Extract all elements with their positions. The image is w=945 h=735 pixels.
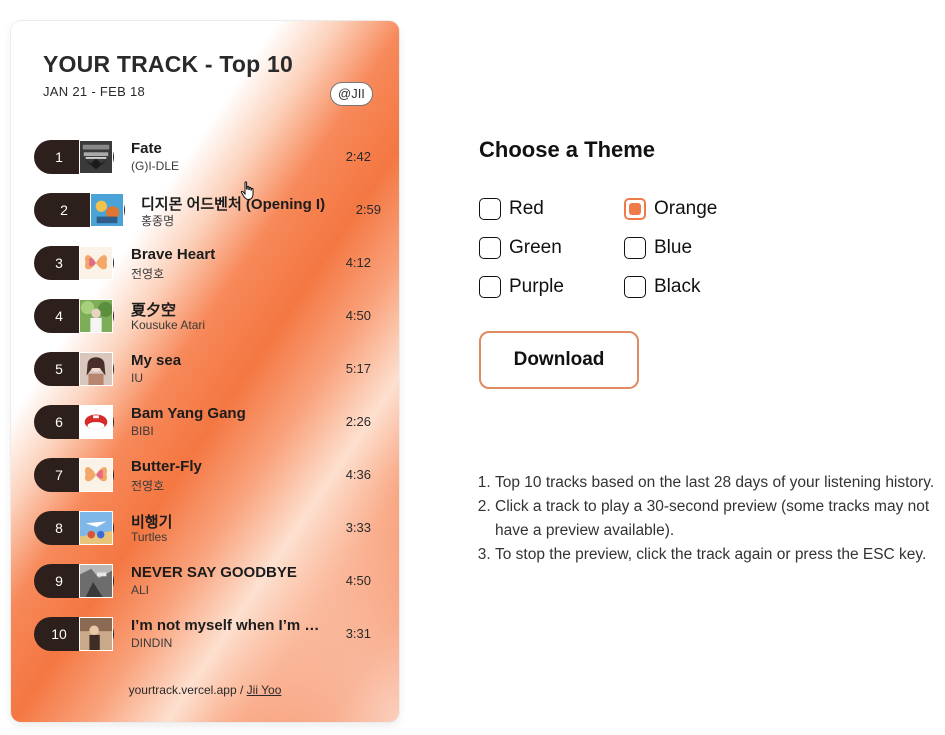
track-title: 夏夕空	[131, 302, 177, 319]
track-title: Bam Yang Gang	[131, 405, 246, 422]
track-row[interactable]: 5 My sea IU 5:17	[34, 351, 384, 387]
track-row[interactable]: 6 Bam Yang Gang BIBI 2:26	[34, 404, 384, 440]
album-art	[79, 352, 113, 386]
track-duration: 2:42	[345, 149, 371, 164]
track-rank: 2	[60, 202, 68, 218]
track-row[interactable]: 8 비행기 Turtles 3:33	[34, 510, 384, 546]
footer-site: yourtrack.vercel.app	[128, 683, 237, 697]
album-art	[79, 511, 113, 545]
track-duration: 4:12	[345, 255, 371, 270]
track-artist: 전영호	[131, 479, 165, 493]
theme-option-label: Red	[509, 198, 544, 219]
track-row[interactable]: 4 夏夕空 Kousuke Atari 4:50	[34, 298, 384, 334]
theme-heading: Choose a Theme	[479, 137, 656, 162]
track-title: NEVER SAY GOODBYE	[131, 564, 297, 581]
album-art	[79, 564, 113, 598]
album-art	[79, 458, 113, 492]
theme-checkbox[interactable]	[479, 237, 501, 259]
theme-checkbox[interactable]	[624, 198, 646, 220]
rank-pill: 6	[34, 405, 114, 439]
instruction-item: Click a track to play a 30-second previe…	[495, 495, 945, 543]
instruction-item: To stop the preview, click the track aga…	[495, 543, 945, 567]
track-row[interactable]: 1 Fate (G)I-DLE 2:42	[34, 139, 384, 175]
rank-pill: 1	[34, 140, 114, 174]
theme-option-label: Blue	[654, 237, 693, 258]
rank-pill: 4	[34, 299, 114, 333]
track-artist: 전영호	[131, 267, 165, 281]
album-art	[79, 299, 113, 333]
footer-separator: /	[236, 683, 247, 697]
track-artist: Kousuke Atari	[131, 318, 206, 332]
track-duration: 2:59	[355, 202, 381, 217]
track-row[interactable]: 2 디지몬 어드벤처 (Opening I) 홍종명 2:59	[34, 192, 384, 228]
track-duration: 3:33	[345, 520, 371, 535]
track-artist: IU	[131, 371, 143, 385]
track-artist: ALI	[131, 583, 150, 597]
rank-pill: 10	[34, 617, 114, 651]
track-title: Brave Heart	[131, 246, 216, 263]
track-rank: 8	[55, 520, 63, 536]
rank-pill: 5	[34, 352, 114, 386]
track-duration: 3:31	[345, 626, 371, 641]
album-art	[90, 193, 124, 227]
rank-pill: 7	[34, 458, 114, 492]
top-tracks-card: YOUR TRACK - Top 10 JAN 21 - FEB 18 @JII…	[11, 21, 399, 722]
theme-option-label: Black	[654, 276, 701, 297]
theme-checkbox[interactable]	[624, 237, 646, 259]
hand-pointer-icon	[240, 181, 254, 201]
track-artist: DINDIN	[131, 636, 173, 650]
track-artist: BIBI	[131, 424, 154, 438]
rank-pill: 8	[34, 511, 114, 545]
track-rank: 3	[55, 255, 63, 271]
track-list: 1 Fate (G)I-DLE 2:42 2 디지몬 어드벤처 (Opening…	[11, 21, 399, 722]
track-rank: 4	[55, 308, 63, 324]
track-title: I’m not myself when I’m …	[131, 617, 320, 634]
track-rank: 6	[55, 414, 63, 430]
track-rank: 5	[55, 361, 63, 377]
rank-pill: 2	[34, 193, 125, 227]
theme-option-label: Green	[509, 237, 562, 258]
track-title: Fate	[131, 140, 162, 157]
track-artist: Turtles	[131, 530, 168, 544]
track-duration: 4:36	[345, 467, 371, 482]
download-button[interactable]: Download	[479, 331, 639, 389]
track-duration: 4:50	[345, 308, 371, 323]
rank-pill: 3	[34, 246, 114, 280]
track-row[interactable]: 10 I’m not myself when I’m … DINDIN 3:31	[34, 616, 384, 652]
instructions-list: Top 10 tracks based on the last 28 days …	[479, 471, 945, 567]
instruction-item: Top 10 tracks based on the last 28 days …	[495, 471, 945, 495]
track-title: 비행기	[131, 514, 173, 531]
track-duration: 4:50	[345, 573, 371, 588]
track-row[interactable]: 9 NEVER SAY GOODBYE ALI 4:50	[34, 563, 384, 599]
rank-pill: 9	[34, 564, 114, 598]
track-rank: 1	[55, 149, 63, 165]
track-title: Butter-Fly	[131, 458, 202, 475]
track-duration: 2:26	[345, 414, 371, 429]
track-title: 디지몬 어드벤처 (Opening I)	[141, 196, 326, 213]
author-link[interactable]: Jii Yoo	[247, 683, 282, 697]
theme-checkbox[interactable]	[479, 276, 501, 298]
card-footer: yourtrack.vercel.app / Jii Yoo	[11, 683, 399, 697]
theme-checkbox[interactable]	[624, 276, 646, 298]
track-duration: 5:17	[345, 361, 371, 376]
theme-checkbox[interactable]	[479, 198, 501, 220]
album-art	[79, 140, 113, 174]
track-row[interactable]: 7 Butter-Fly 전영호 4:36	[34, 457, 384, 493]
track-rank: 10	[51, 626, 67, 642]
track-rank: 9	[55, 573, 63, 589]
album-art	[79, 617, 113, 651]
track-artist: 홍종명	[141, 214, 175, 228]
track-row[interactable]: 3 Brave Heart 전영호 4:12	[34, 245, 384, 281]
album-art	[79, 246, 113, 280]
track-artist: (G)I-DLE	[131, 159, 179, 173]
track-title: My sea	[131, 352, 182, 369]
track-rank: 7	[55, 467, 63, 483]
album-art	[79, 405, 113, 439]
theme-option-label: Orange	[654, 198, 718, 219]
theme-option-label: Purple	[509, 276, 564, 297]
